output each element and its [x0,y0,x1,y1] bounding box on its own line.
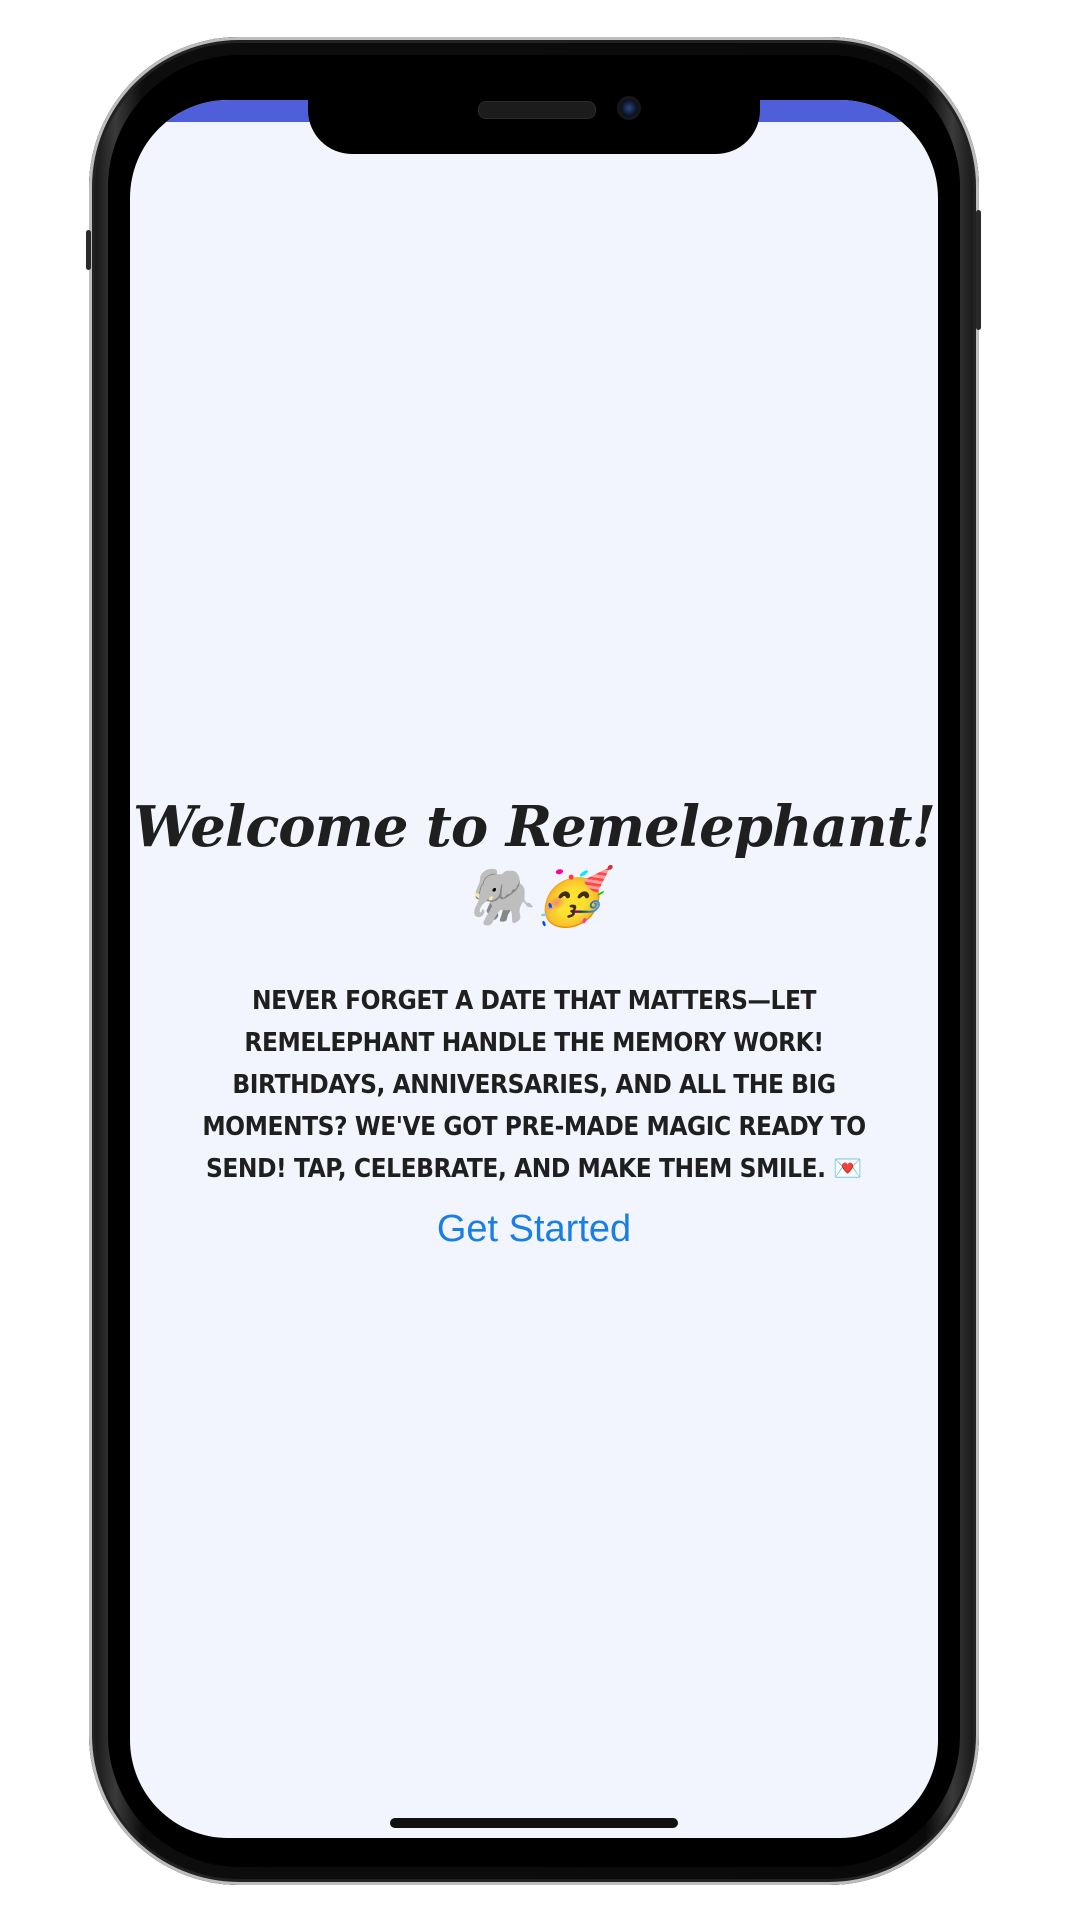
welcome-content: Welcome to Remelephant!🐘🥳 Never forget a… [130,792,938,1251]
camera-icon [617,96,641,120]
notch [308,86,760,154]
get-started-button[interactable]: Get Started [437,1208,631,1251]
home-indicator[interactable] [390,1818,678,1828]
app-screen: Welcome to Remelephant!🐘🥳 Never forget a… [130,100,938,1838]
side-button-right [976,210,981,330]
side-button-left [86,230,91,270]
speaker-icon [478,101,596,119]
welcome-title: Welcome to Remelephant!🐘🥳 [132,794,936,930]
device-stage: Welcome to Remelephant!🐘🥳 Never forget a… [0,0,1080,1920]
welcome-tagline: Never forget a date that matters—let Rem… [202,986,866,1184]
